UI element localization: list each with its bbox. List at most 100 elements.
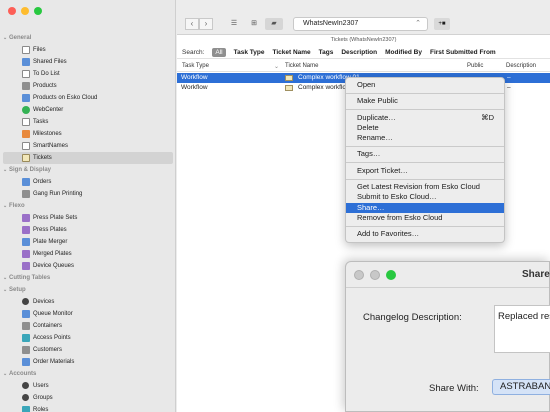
sidebar-item-label: Containers [33,323,63,329]
sidebar-item-label: Access Points [33,335,71,341]
menu-item-remove-from-esko-cloud[interactable]: Remove from Esko Cloud [346,213,504,223]
search-option-first-submitted[interactable]: First Submitted From [430,49,496,56]
sidebar-section-header[interactable]: ⌄ General [0,32,176,44]
order-materials-icon [22,358,30,366]
sidebar-item-label: Orders [33,179,52,185]
menu-item-label: Share… [357,202,385,212]
menu-item-submit-to-esko-cloud[interactable]: Submit to Esko Cloud… [346,192,504,202]
queue-monitor-icon [22,310,30,318]
view-subtitle: Tickets (WhatsNewIn2307) [330,37,397,43]
menu-item-open[interactable]: Open [346,80,504,90]
column-task-type[interactable]: Task Type [182,63,209,69]
search-bar: Search: All Task Type Ticket Name Tags D… [177,47,550,59]
grid-view-icon[interactable]: ⊞ [245,18,263,30]
row-task-type: Workflow [181,84,208,91]
sidebar-item-label: Tasks [33,119,49,125]
zoom-window-button[interactable] [34,7,42,15]
menu-item-tags[interactable]: Tags… [346,149,504,159]
menu-item-label: Submit to Esko Cloud… [357,192,437,202]
sidebar-item-access-points[interactable]: Access Points [0,332,176,344]
sidebar-item-milestones[interactable]: Milestones [0,128,176,140]
dialog-minimize-button[interactable] [370,270,380,280]
sidebar-item-merged-plates[interactable]: Merged Plates [0,248,176,260]
menu-item-make-public[interactable]: Make Public [346,96,504,106]
sidebar-item-users[interactable]: Users [0,380,176,392]
sidebar-section-header[interactable]: ⌄ Cutting Tables [0,272,176,284]
back-button[interactable]: ‹ [185,18,199,30]
search-option-modified-by[interactable]: Modified By [385,49,422,56]
dialog-zoom-button[interactable] [386,270,396,280]
sidebar-item-label: Device Queues [33,263,75,269]
table-header: Task Type ⌄ Ticket Name Public Descripti… [177,61,550,72]
sidebar-item-smartnames[interactable]: SmartNames [0,140,176,152]
dialog-close-button[interactable] [354,270,364,280]
sidebar-item-plate-merger[interactable]: Plate Merger [0,236,176,248]
menu-separator [346,162,504,164]
sidebar-item-tickets[interactable]: Tickets [3,152,173,164]
menu-item-duplicate[interactable]: Duplicate… ⌘D [346,113,504,123]
menu-item-label: Delete [357,122,379,132]
list-view-icon[interactable]: ☰ [225,18,243,30]
database-select[interactable]: WhatsNewIn2307 ⌃ [293,17,428,31]
menu-item-export-ticket[interactable]: Export Ticket… [346,166,504,176]
sidebar-item-label: Shared Files [33,59,67,65]
menu-item-label: Remove from Esko Cloud [357,212,443,222]
sidebar-item-gang-run-printing[interactable]: Gang Run Printing [0,188,176,200]
sidebar-item-orders[interactable]: Orders [0,176,176,188]
sidebar-item-label: Plate Merger [33,239,68,245]
minimize-window-button[interactable] [21,7,29,15]
share-with-token[interactable]: ASTRABANK [492,379,550,395]
forward-button[interactable]: › [199,18,213,30]
menu-item-rename[interactable]: Rename… [346,133,504,143]
sidebar-item-files[interactable]: Files [0,44,176,56]
sidebar-item-device-queues[interactable]: Device Queues [0,260,176,272]
search-all-option[interactable]: All [212,48,226,57]
sidebar-item-tasks[interactable]: Tasks [0,116,176,128]
menu-item-add-to-favorites[interactable]: Add to Favorites… [346,229,504,239]
search-option-tags[interactable]: Tags [319,49,334,56]
search-option-description[interactable]: Description [341,49,377,56]
sidebar-item-to-do-list[interactable]: To Do List [0,68,176,80]
menu-item-delete[interactable]: Delete [346,123,504,133]
document-icon [22,46,30,54]
sidebar-section-header[interactable]: ⌄ Accounts [0,368,176,380]
sidebar-item-roles[interactable]: Roles [0,404,176,412]
sidebar: ⌄ General Files Shared Files To Do List Produ… [0,0,176,412]
menu-item-share[interactable]: Share… [346,202,504,213]
sidebar-section-header[interactable]: ⌄ Sign & Display [0,164,176,176]
sidebar-item-label: Press Plate Sets [33,215,78,221]
column-description[interactable]: Description [506,63,536,69]
chevron-updown-icon: ⌃ [415,20,421,27]
changelog-input[interactable]: Replaced resource [494,305,550,353]
sidebar-item-press-plates[interactable]: Press Plates [0,224,176,236]
menu-item-get-latest-revision-from-esko-cloud[interactable]: Get Latest Revision from Esko Cloud [346,182,504,192]
ticket-icon [285,85,293,91]
sidebar-item-order-materials[interactable]: Order Materials [0,356,176,368]
sidebar-item-devices[interactable]: Devices [0,296,176,308]
menu-separator [346,225,504,227]
sidebar-item-products[interactable]: Products [0,80,176,92]
sidebar-item-press-plate-sets[interactable]: Press Plate Sets [0,212,176,224]
sidebar-item-products-on-esko-cloud[interactable]: Products on Esko Cloud [0,92,176,104]
close-window-button[interactable] [8,7,16,15]
sidebar-item-label: Queue Monitor [33,311,73,317]
folder-view-icon[interactable]: ▰ [265,18,283,30]
column-public[interactable]: Public [467,63,483,69]
sidebar-item-groups[interactable]: Groups [0,392,176,404]
sidebar-item-webcenter[interactable]: WebCenter [0,104,176,116]
view-switcher: ☰ ⊞ ▰ [225,18,283,30]
add-button[interactable]: +■ [434,18,450,30]
sidebar-item-shared-files[interactable]: Shared Files [0,56,176,68]
search-option-task-type[interactable]: Task Type [234,49,265,56]
search-option-ticket-name[interactable]: Ticket Name [272,49,310,56]
sidebar-item-label: SmartNames [33,143,69,149]
sidebar-item-label: Devices [33,299,55,305]
sidebar-section-header[interactable]: ⌄ Flexo [0,200,176,212]
sidebar-item-queue-monitor[interactable]: Queue Monitor [0,308,176,320]
tasks-icon [22,118,30,126]
sidebar-item-containers[interactable]: Containers [0,320,176,332]
column-ticket-name[interactable]: Ticket Name [285,63,318,69]
sidebar-section-header[interactable]: ⌄ Setup [0,284,176,296]
sidebar-item-customers[interactable]: Customers [0,344,176,356]
sidebar-item-label: WebCenter [33,107,64,113]
